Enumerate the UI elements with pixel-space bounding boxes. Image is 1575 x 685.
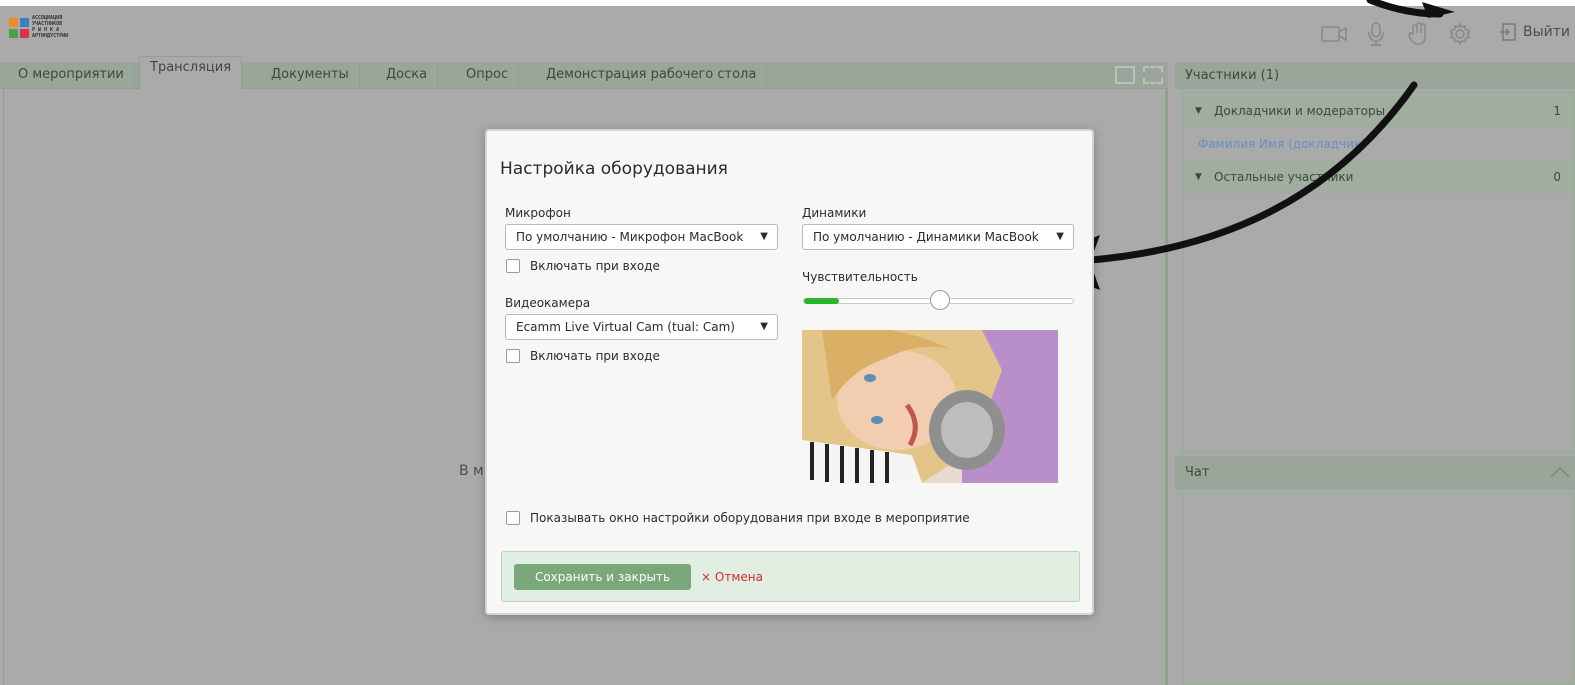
- camera-preview-image: [802, 330, 1058, 483]
- speakers-select[interactable]: По умолчанию - Динамики MacBook ▼: [802, 224, 1074, 250]
- cancel-button[interactable]: × Отмена: [701, 570, 763, 584]
- sensitivity-slider[interactable]: [803, 290, 1074, 310]
- checkbox-label: Включать при входе: [530, 349, 660, 363]
- camera-select[interactable]: Ecamm Live Virtual Cam (tual: Cam) ▼: [505, 314, 778, 340]
- cancel-label: Отмена: [714, 570, 763, 584]
- dialog-title: Настройка оборудования: [500, 159, 728, 179]
- header: АССОЦИАЦИЯ УЧАСТНИКОВ Р Ы Н К А АРТИНДУС…: [0, 6, 1575, 62]
- tab-board[interactable]: Доска: [376, 62, 439, 89]
- microphone-select[interactable]: По умолчанию - Микрофон MacBook ▼: [505, 224, 778, 250]
- mic-on-enter-checkbox[interactable]: Включать при входе: [506, 259, 660, 273]
- checkbox-label: Включать при входе: [530, 259, 660, 273]
- microphone-value: По умолчанию - Микрофон MacBook: [516, 230, 744, 244]
- group-others[interactable]: ▼ Остальные участники 0: [1184, 161, 1573, 194]
- close-icon: ×: [701, 570, 712, 584]
- checkbox-box[interactable]: [506, 511, 520, 525]
- header-controls: [1320, 20, 1488, 48]
- group-label: Докладчики и модераторы: [1214, 104, 1386, 118]
- speakers-value: По умолчанию - Динамики MacBook: [813, 230, 1039, 244]
- checkbox-label: Показывать окно настройки оборудования п…: [530, 511, 970, 525]
- tab-bar: О мероприятии Трансляция Документы Доска…: [0, 56, 1168, 89]
- camera-value: Ecamm Live Virtual Cam (tual: Cam): [516, 320, 735, 334]
- camera-label: Видеокамера: [505, 296, 591, 310]
- participant-item[interactable]: Фамилия Имя (докладчик): [1198, 137, 1366, 151]
- audio-level-meter: [804, 298, 840, 304]
- group-count: 1: [1553, 104, 1561, 118]
- microphone-label: Микрофон: [505, 206, 571, 220]
- caret-down-icon: ▼: [760, 231, 768, 242]
- hand-icon[interactable]: [1404, 20, 1432, 48]
- logout-button[interactable]: Выйти: [1499, 22, 1570, 42]
- window-mode-icon[interactable]: [1115, 66, 1135, 84]
- microphone-icon[interactable]: [1362, 20, 1390, 48]
- chat-title-bar[interactable]: Чат: [1175, 456, 1575, 490]
- slider-handle[interactable]: [929, 290, 950, 310]
- tab-documents[interactable]: Документы: [261, 62, 360, 89]
- chevron-up-icon[interactable]: [1549, 465, 1571, 479]
- caret-down-icon: ▼: [1056, 231, 1064, 242]
- group-count: 0: [1553, 170, 1561, 184]
- checkbox-box[interactable]: [506, 349, 520, 363]
- dialog-footer: Сохранить и закрыть × Отмена: [501, 551, 1080, 602]
- logo-text: АССОЦИАЦИЯ УЧАСТНИКОВ Р Ы Н К А АРТИНДУС…: [32, 15, 69, 39]
- fullscreen-icon[interactable]: [1143, 66, 1163, 84]
- logo: АССОЦИАЦИЯ УЧАСТНИКОВ Р Ы Н К А АРТИНДУС…: [9, 15, 85, 45]
- gear-icon[interactable]: [1446, 20, 1474, 48]
- camera-on-enter-checkbox[interactable]: Включать при входе: [506, 349, 660, 363]
- show-on-enter-checkbox[interactable]: Показывать окно настройки оборудования п…: [506, 511, 970, 525]
- right-panel: Участники (1) ▼ Докладчики и модераторы …: [1175, 62, 1575, 685]
- chat-box: [1182, 492, 1575, 685]
- group-speakers[interactable]: ▼ Докладчики и модераторы 1: [1184, 95, 1573, 128]
- tab-screen-share[interactable]: Демонстрация рабочего стола: [536, 62, 768, 89]
- equipment-settings-dialog: Настройка оборудования Микрофон По умолч…: [485, 129, 1094, 615]
- tab-broadcast[interactable]: Трансляция: [139, 56, 243, 89]
- chat-title: Чат: [1185, 465, 1210, 480]
- camera-icon[interactable]: [1320, 20, 1348, 48]
- camera-preview: [802, 330, 1058, 483]
- logo-mark: [9, 18, 29, 45]
- participants-title: Участники (1): [1175, 62, 1575, 89]
- tab-poll[interactable]: Опрос: [456, 62, 520, 89]
- participants-list: ▼ Докладчики и модераторы 1 Фамилия Имя …: [1182, 91, 1575, 453]
- speakers-label: Динамики: [802, 206, 867, 220]
- triangle-down-icon: ▼: [1195, 172, 1202, 182]
- checkbox-box[interactable]: [506, 259, 520, 273]
- logout-label: Выйти: [1523, 24, 1571, 40]
- sensitivity-label: Чувствительность: [802, 270, 918, 284]
- save-and-close-button[interactable]: Сохранить и закрыть: [514, 564, 691, 590]
- logout-icon: [1500, 23, 1516, 41]
- triangle-down-icon: ▼: [1195, 106, 1202, 116]
- tab-about[interactable]: О мероприятии: [8, 62, 135, 89]
- broadcast-message: В м: [459, 463, 484, 479]
- group-label: Остальные участники: [1214, 170, 1354, 184]
- caret-down-icon: ▼: [760, 321, 768, 332]
